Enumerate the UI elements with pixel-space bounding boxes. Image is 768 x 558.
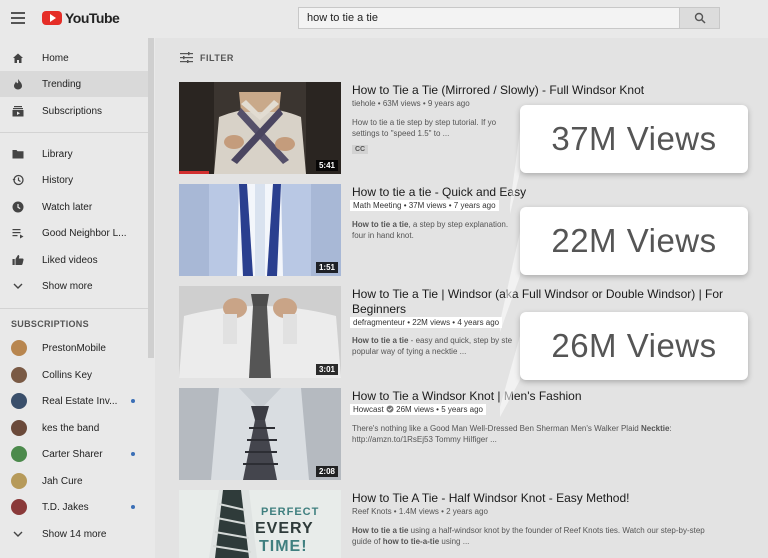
views-callout: 22M Views xyxy=(520,207,748,275)
views-callout: 37M Views xyxy=(520,105,748,173)
highlight-beams xyxy=(500,130,520,417)
views-callout: 26M Views xyxy=(520,312,748,380)
